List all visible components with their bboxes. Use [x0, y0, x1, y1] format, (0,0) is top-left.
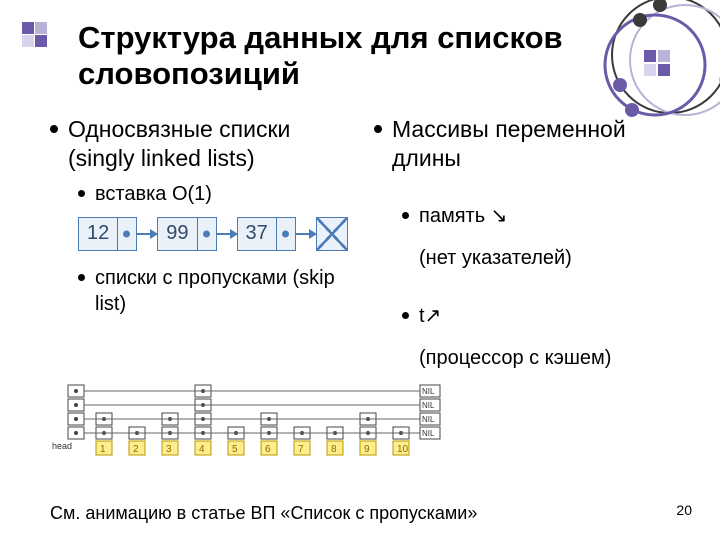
skip-head-label: head [52, 441, 72, 451]
svg-text:NIL: NIL [422, 401, 435, 410]
skip-list-diagram: head 1 2 3 4 5 6 7 8 9 10 NIL NIL NIL NIL [50, 383, 680, 478]
memory-note: (нет указателей) [419, 245, 680, 271]
svg-text:2: 2 [133, 444, 139, 455]
svg-text:4: 4 [199, 444, 205, 455]
footnote: См. анимацию в статье ВП «Список с пропу… [50, 503, 477, 524]
corner-decoration [560, 0, 720, 160]
sub-text: t↗ [419, 303, 441, 329]
arrow-icon [217, 233, 237, 235]
svg-text:NIL: NIL [422, 415, 435, 424]
list-node: 37 [237, 217, 296, 251]
sub-text: память ↘ [419, 203, 507, 229]
svg-text:6: 6 [265, 444, 271, 455]
linked-list-diagram: 12 99 37 [78, 217, 356, 251]
node-value: 37 [238, 218, 277, 250]
bullet-icon [402, 312, 409, 319]
list-node: 12 [78, 217, 137, 251]
node-value: 99 [158, 218, 197, 250]
slide-number: 20 [676, 502, 692, 518]
arrow-icon [198, 218, 216, 250]
slide-logo [22, 22, 48, 53]
svg-text:NIL: NIL [422, 429, 435, 438]
sub-skip-list: списки с пропусками (skip list) [78, 265, 356, 317]
left-column: Односвязные списки (singly linked lists)… [50, 115, 356, 371]
time-note: (процессор с кэшем) [419, 345, 680, 371]
svg-text:1: 1 [100, 444, 106, 455]
svg-text:8: 8 [331, 444, 337, 455]
svg-text:5: 5 [232, 444, 238, 455]
bullet-icon [78, 190, 85, 197]
node-value: 12 [79, 218, 118, 250]
arrow-icon [277, 218, 295, 250]
bullet-icon [78, 274, 85, 281]
svg-text:9: 9 [364, 444, 370, 455]
sub-insertion: вставка O(1) [78, 181, 356, 207]
bullet-icon [374, 125, 382, 133]
svg-text:7: 7 [298, 444, 304, 455]
sub-memory: память ↘ [402, 203, 680, 229]
bullet-singly-linked: Односвязные списки (singly linked lists) [50, 115, 356, 173]
arrow-icon [118, 218, 136, 250]
list-node: 99 [157, 217, 216, 251]
sub-text: вставка O(1) [95, 181, 212, 207]
svg-text:10: 10 [397, 444, 409, 455]
bullet-icon [50, 125, 58, 133]
bullet-icon [402, 212, 409, 219]
arrow-icon [296, 233, 316, 235]
bullet-text: Односвязные списки (singly linked lists) [68, 115, 356, 173]
arrow-icon [137, 233, 157, 235]
sub-time: t↗ [402, 303, 680, 329]
null-terminator [316, 217, 348, 251]
sub-text: списки с пропусками (skip list) [95, 265, 356, 317]
svg-text:NIL: NIL [422, 387, 435, 396]
svg-text:3: 3 [166, 444, 172, 455]
